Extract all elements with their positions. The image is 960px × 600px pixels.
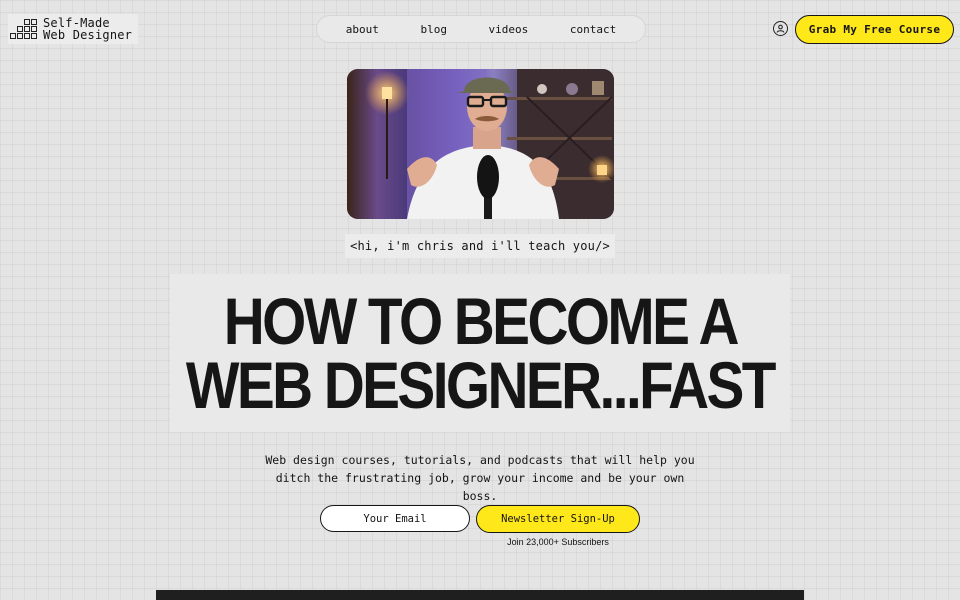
brand-logo[interactable]: Self-Made Web Designer	[8, 14, 139, 44]
hero-subcopy: Web design courses, tutorials, and podca…	[260, 451, 700, 505]
main-nav: about blog videos contact	[316, 15, 646, 43]
account-button[interactable]	[773, 21, 788, 36]
brand-line-2: Web Designer	[43, 28, 133, 42]
presenter-thumbnail	[347, 69, 614, 219]
nav-videos[interactable]: videos	[489, 23, 529, 36]
intro-tagline: <hi, i'm chris and i'll teach you/>	[345, 234, 615, 258]
grab-free-course-button[interactable]: Grab My Free Course	[795, 15, 954, 44]
subcopy-line-1: Web design courses, tutorials, and podca…	[265, 453, 695, 467]
subcopy-line-2: ditch the frustrating job, grow your inc…	[275, 471, 685, 503]
nav-blog[interactable]: blog	[420, 23, 447, 36]
subscriber-count-note: Join 23,000+ Subscribers	[507, 537, 609, 547]
hero-video[interactable]	[347, 69, 614, 219]
nav-contact[interactable]: contact	[570, 23, 616, 36]
next-section-preview	[156, 590, 804, 600]
newsletter-signup-button[interactable]: Newsletter Sign-Up	[476, 505, 640, 533]
nav-about[interactable]: about	[346, 23, 379, 36]
brand-name: Self-Made Web Designer	[43, 17, 132, 41]
email-field[interactable]	[320, 505, 470, 532]
user-circle-icon	[776, 24, 785, 33]
logo-grid-icon	[10, 19, 37, 39]
headline-line-2: WEB DESIGNER...FAST	[186, 348, 777, 422]
headline-line-1: HOW TO BECOME A	[223, 284, 739, 358]
hero-headline: HOW TO BECOME A WEB DESIGNER...FAST	[170, 274, 790, 432]
